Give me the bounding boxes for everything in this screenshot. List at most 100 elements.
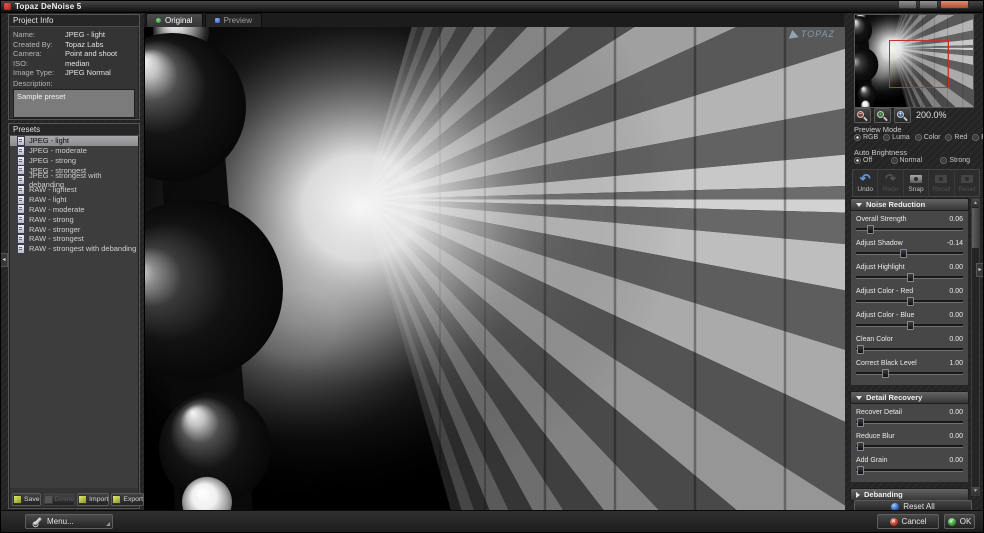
slider-track[interactable] xyxy=(856,273,963,282)
slider-label: Add Grain xyxy=(856,457,888,465)
preset-item[interactable]: RAW - stronger xyxy=(10,224,138,234)
preset-item[interactable]: RAW - moderate xyxy=(10,205,138,215)
cancel-button[interactable]: Cancel xyxy=(877,514,939,529)
section-header[interactable]: Noise Reduction xyxy=(850,198,969,211)
slider-row: Adjust Color - Blue 0.00 xyxy=(856,312,963,330)
preset-item[interactable]: JPEG - strong xyxy=(10,156,138,166)
tab-preview[interactable]: Preview xyxy=(205,13,262,27)
slider-handle[interactable] xyxy=(907,297,914,306)
delete-preset-button[interactable]: Delete xyxy=(43,493,76,506)
section-header[interactable]: Detail Recovery xyxy=(850,391,969,404)
navigator-viewport-rect[interactable] xyxy=(889,40,949,88)
slider-handle[interactable] xyxy=(907,321,914,330)
preset-label: RAW - strong xyxy=(29,215,74,224)
auto-brightness-normal-radio[interactable]: Normal xyxy=(891,157,923,164)
reset-button[interactable]: Reset xyxy=(955,170,979,196)
settings-scrollbar[interactable] xyxy=(971,198,980,496)
preset-item[interactable]: RAW - light xyxy=(10,195,138,205)
export-preset-button[interactable]: Export xyxy=(111,493,144,506)
slider-handle[interactable] xyxy=(857,442,864,451)
zoom-fit-button[interactable] xyxy=(874,108,891,123)
import-preset-button[interactable]: Import xyxy=(77,493,109,506)
collapse-arrow-icon xyxy=(856,203,862,207)
navigator-thumbnail[interactable] xyxy=(854,14,974,108)
ok-button[interactable]: OK xyxy=(944,514,975,529)
slider-track[interactable] xyxy=(856,345,963,354)
maximize-button[interactable] xyxy=(919,0,938,9)
slider-row: Overall Strength 0.06 xyxy=(856,216,963,234)
radio-icon xyxy=(891,157,898,164)
slider-track[interactable] xyxy=(856,249,963,258)
zoom-in-button[interactable] xyxy=(894,108,911,123)
slider-handle[interactable] xyxy=(907,273,914,282)
slider-handle[interactable] xyxy=(857,418,864,427)
slider-handle[interactable] xyxy=(900,249,907,258)
preview-mode-color-radio[interactable]: Color xyxy=(915,134,941,141)
preset-label: RAW - moderate xyxy=(29,205,85,214)
slider-handle[interactable] xyxy=(867,225,874,234)
slider-handle[interactable] xyxy=(882,369,889,378)
tab-original[interactable]: Original xyxy=(146,13,203,27)
slider-track[interactable] xyxy=(856,466,963,475)
scroll-up-icon[interactable] xyxy=(972,199,979,207)
slider-row: Adjust Shadow -0.14 xyxy=(856,240,963,258)
auto-brightness-strong-radio[interactable]: Strong xyxy=(940,157,970,164)
slider-label: Recover Detail xyxy=(856,409,902,417)
preset-item[interactable]: RAW - strongest with debanding xyxy=(10,244,138,254)
preset-label: RAW - light xyxy=(29,195,67,204)
topaz-watermark: TOPAZ xyxy=(788,29,835,39)
preset-item[interactable]: JPEG - light xyxy=(10,136,138,146)
minimize-button[interactable] xyxy=(898,0,917,9)
presets-panel: Presets JPEG - light JPEG - moderate JPE… xyxy=(8,123,140,509)
preset-file-icon xyxy=(17,185,25,195)
settings-area: Noise Reduction Overall Strength 0.06 Ad… xyxy=(850,198,980,498)
slider-handle[interactable] xyxy=(857,466,864,475)
collapse-left-panel-handle[interactable] xyxy=(1,253,8,267)
preset-label: JPEG - moderate xyxy=(29,146,87,155)
preview-mode-rgb-radio[interactable]: RGB xyxy=(854,134,878,141)
slider-row: Reduce Blur 0.00 xyxy=(856,433,963,451)
slider-row: Adjust Color - Red 0.00 xyxy=(856,288,963,306)
slider-track[interactable] xyxy=(856,225,963,234)
preset-item[interactable]: RAW - strong xyxy=(10,214,138,224)
save-preset-button[interactable]: Save xyxy=(12,493,41,506)
scroll-down-icon[interactable] xyxy=(972,487,979,495)
preset-item[interactable]: RAW - strongest xyxy=(10,234,138,244)
slider-row: Add Grain 0.00 xyxy=(856,457,963,475)
slider-row: Correct Black Level 1.00 xyxy=(856,360,963,378)
scrollbar-thumb[interactable] xyxy=(972,208,979,248)
preset-file-icon xyxy=(17,224,25,234)
slider-handle[interactable] xyxy=(857,345,864,354)
disk-icon xyxy=(78,495,87,504)
menu-button[interactable]: Menu... xyxy=(25,514,113,529)
preset-item[interactable]: JPEG - moderate xyxy=(10,146,138,156)
close-button[interactable] xyxy=(940,0,969,9)
preview-mode-blue-radio[interactable]: Blue xyxy=(972,134,984,141)
description-field[interactable]: Sample preset xyxy=(13,89,135,118)
snap-button[interactable]: Snap xyxy=(904,170,929,196)
auto-brightness-off-radio[interactable]: Off xyxy=(854,157,872,164)
slider-track[interactable] xyxy=(856,321,963,330)
radio-icon xyxy=(972,134,979,141)
title-bar: Topaz DeNoise 5 xyxy=(1,1,983,13)
preset-item[interactable]: JPEG - strongest with debanding xyxy=(10,175,138,185)
slider-value: 0.06 xyxy=(949,216,963,224)
undo-button[interactable]: Undo xyxy=(853,170,878,196)
app-icon xyxy=(4,3,11,10)
settings-section: Noise Reduction Overall Strength 0.06 Ad… xyxy=(850,198,969,386)
preview-mode-red-radio[interactable]: Red xyxy=(945,134,967,141)
slider-track[interactable] xyxy=(856,369,963,378)
slider-value: 0.00 xyxy=(949,409,963,417)
slider-track[interactable] xyxy=(856,442,963,451)
slider-track[interactable] xyxy=(856,297,963,306)
slider-track[interactable] xyxy=(856,418,963,427)
presets-header: Presets xyxy=(9,124,139,136)
bottom-bar: Menu... Cancel OK xyxy=(1,510,983,532)
redo-button[interactable]: Redo xyxy=(878,170,903,196)
preview-mode-label: Preview Mode xyxy=(854,125,902,134)
collapse-right-panel-handle[interactable] xyxy=(976,263,983,277)
zoom-out-button[interactable] xyxy=(854,108,871,123)
recall-button[interactable]: Recall xyxy=(929,170,954,196)
preview-mode-luma-radio[interactable]: Luma xyxy=(883,134,910,141)
image-preview-canvas[interactable]: TOPAZ xyxy=(144,27,845,512)
